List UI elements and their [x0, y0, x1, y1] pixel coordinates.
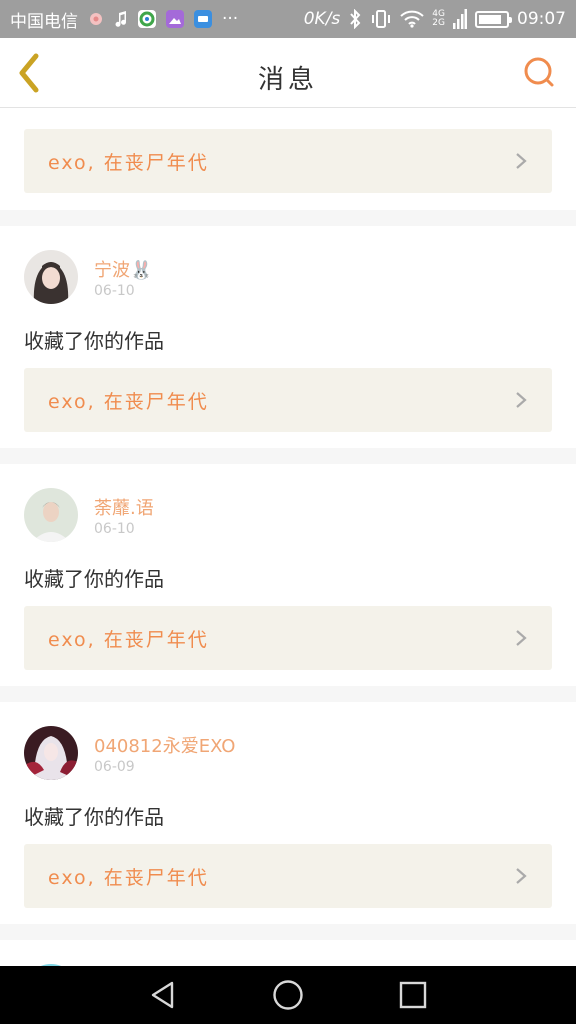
- username-link[interactable]: 040812永爱EXO: [94, 732, 235, 758]
- post-date: 06-10: [94, 521, 135, 537]
- avatar[interactable]: [24, 726, 78, 780]
- bluetooth-icon: [348, 9, 362, 29]
- more-notifications-icon: ···: [222, 9, 239, 29]
- page-title: 消息: [257, 65, 318, 95]
- search-button[interactable]: [522, 55, 556, 89]
- wifi-icon: [400, 10, 424, 28]
- message-app-icon: [194, 10, 212, 28]
- message-card: 荼蘼.语 06-10 收藏了你的作品 exo, 在丧尸年代: [0, 464, 576, 686]
- work-link[interactable]: exo, 在丧尸年代: [24, 129, 552, 193]
- network-generation: 4G 2G: [432, 9, 445, 28]
- work-title: exo, 在丧尸年代: [48, 390, 209, 413]
- nav-recents-button[interactable]: [393, 975, 433, 1015]
- message-card: [0, 940, 576, 966]
- post-date: 06-09: [94, 759, 135, 775]
- user-row: 040812永爱EXO 06-09: [24, 726, 552, 780]
- music-note-icon: [114, 11, 128, 27]
- action-text: 收藏了你的作品: [24, 567, 164, 591]
- username-link[interactable]: 宁波🐰: [94, 256, 152, 282]
- gallery-app-icon: [166, 10, 184, 28]
- battery-icon: [475, 10, 512, 28]
- post-date: 06-10: [94, 283, 135, 299]
- net-speed-label: 0K/s: [303, 9, 341, 29]
- chevron-right-icon: [516, 153, 527, 169]
- circle-home-icon: [273, 980, 303, 1010]
- status-bar: 中国电信 ··· 0K/s 4G 2G 09:07: [0, 0, 576, 38]
- square-recents-icon: [400, 981, 427, 1009]
- username-link[interactable]: 荼蘼.语: [94, 494, 154, 520]
- message-feed: exo, 在丧尸年代 宁波🐰 06-10 收藏了你的作品 exo, 在丧尸年代: [0, 108, 576, 966]
- system-nav-bar: [0, 966, 576, 1024]
- action-text: 收藏了你的作品: [24, 805, 164, 829]
- flower-icon: [88, 11, 104, 27]
- work-link[interactable]: exo, 在丧尸年代: [24, 844, 552, 908]
- chevron-right-icon: [516, 868, 527, 884]
- work-link[interactable]: exo, 在丧尸年代: [24, 606, 552, 670]
- work-title: exo, 在丧尸年代: [48, 151, 209, 174]
- vibrate-icon: [370, 9, 392, 29]
- message-card: 040812永爱EXO 06-09 收藏了你的作品 exo, 在丧尸年代: [0, 702, 576, 924]
- message-card: exo, 在丧尸年代: [0, 108, 576, 210]
- search-icon: [524, 57, 554, 87]
- app-header: 消息: [0, 38, 576, 108]
- user-row: 宁波🐰 06-10: [24, 250, 552, 304]
- work-title: exo, 在丧尸年代: [48, 866, 209, 889]
- chevron-right-icon: [516, 630, 527, 646]
- user-row: 荼蘼.语 06-10: [24, 488, 552, 542]
- work-link[interactable]: exo, 在丧尸年代: [24, 368, 552, 432]
- clock: 09:07: [517, 9, 566, 29]
- triangle-back-icon: [151, 981, 173, 1009]
- work-title: exo, 在丧尸年代: [48, 628, 209, 651]
- avatar[interactable]: [24, 250, 78, 304]
- action-text: 收藏了你的作品: [24, 329, 164, 353]
- nav-back-button[interactable]: [143, 975, 183, 1015]
- browser-app-icon: [138, 10, 156, 28]
- message-card: 宁波🐰 06-10 收藏了你的作品 exo, 在丧尸年代: [0, 226, 576, 448]
- carrier-label: 中国电信: [10, 11, 78, 32]
- avatar[interactable]: [24, 488, 78, 542]
- chevron-right-icon: [516, 392, 527, 408]
- nav-home-button[interactable]: [268, 975, 308, 1015]
- signal-icon: [453, 9, 467, 29]
